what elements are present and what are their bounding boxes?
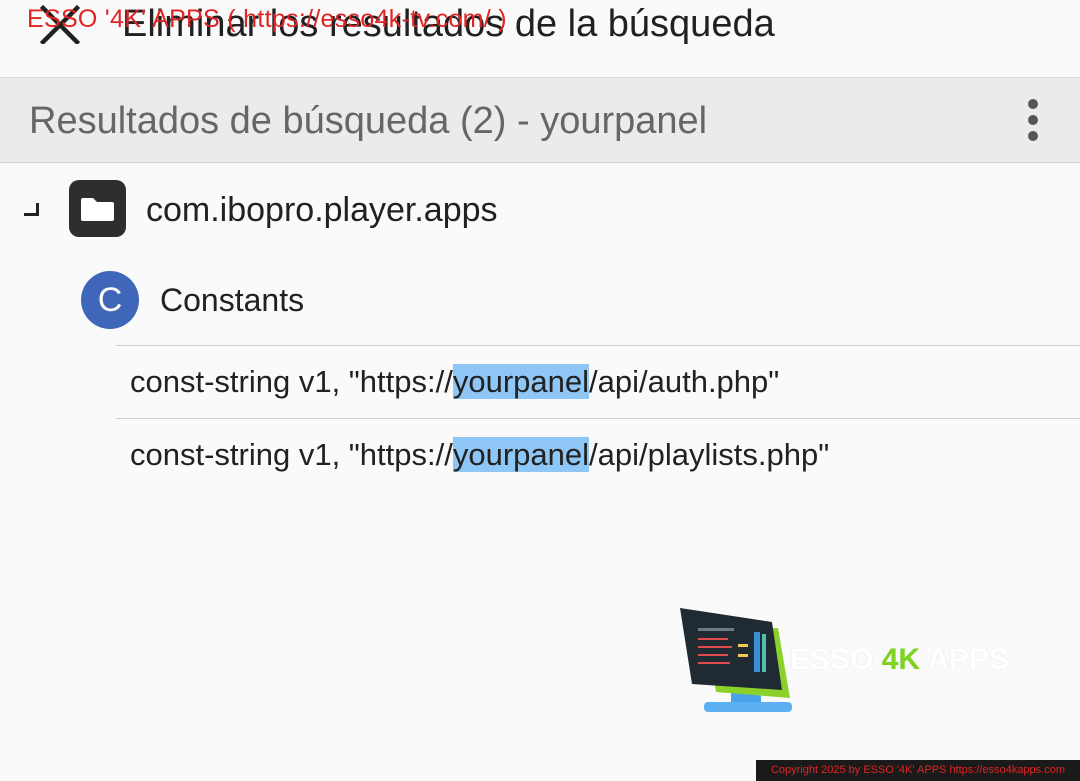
match-highlight: yourpanel — [452, 364, 590, 399]
search-results-title: Resultados de búsqueda (2) - yourpanel — [29, 100, 708, 142]
result-prefix: const-string v1, "https:// — [130, 364, 453, 399]
collapse-corner-icon[interactable] — [24, 203, 39, 216]
top-action-bar: Eliminar los resultados de la búsqueda E… — [0, 0, 1080, 78]
result-suffix: /api/playlists.php" — [589, 437, 830, 472]
search-result-row[interactable]: const-string v1, "https://yourpanel/api/… — [116, 418, 1080, 491]
result-text: const-string v1, "https://yourpanel/api/… — [130, 362, 779, 402]
class-label: Constants — [160, 282, 305, 318]
logo-text-accent: 4K — [881, 643, 921, 676]
search-results-header: Resultados de búsqueda (2) - yourpanel — [0, 78, 1080, 163]
watermark-logo-text: ESSO 4K APPS — [790, 643, 1009, 677]
folder-icon — [69, 180, 126, 237]
copyright-banner: Copyright 2025 by ESSO '4K' APPS https:/… — [756, 760, 1080, 781]
logo-text-main: ESSO — [790, 643, 882, 676]
watermark-text: ESSO '4K' APPS ( https://esso4k-tv.com/ … — [27, 5, 507, 33]
search-result-row[interactable]: const-string v1, "https://yourpanel/api/… — [116, 345, 1080, 418]
more-vert-icon[interactable] — [1012, 96, 1054, 144]
result-prefix: const-string v1, "https:// — [130, 437, 453, 472]
match-highlight: yourpanel — [452, 437, 590, 472]
package-label: com.ibopro.player.apps — [146, 191, 498, 229]
logo-text-end: APPS — [920, 643, 1009, 676]
class-row[interactable]: C Constants — [0, 270, 1080, 332]
package-row[interactable]: com.ibopro.player.apps — [0, 175, 1080, 245]
result-text: const-string v1, "https://yourpanel/api/… — [130, 435, 829, 475]
class-badge-icon: C — [81, 271, 139, 329]
result-suffix: /api/auth.php" — [589, 364, 780, 399]
